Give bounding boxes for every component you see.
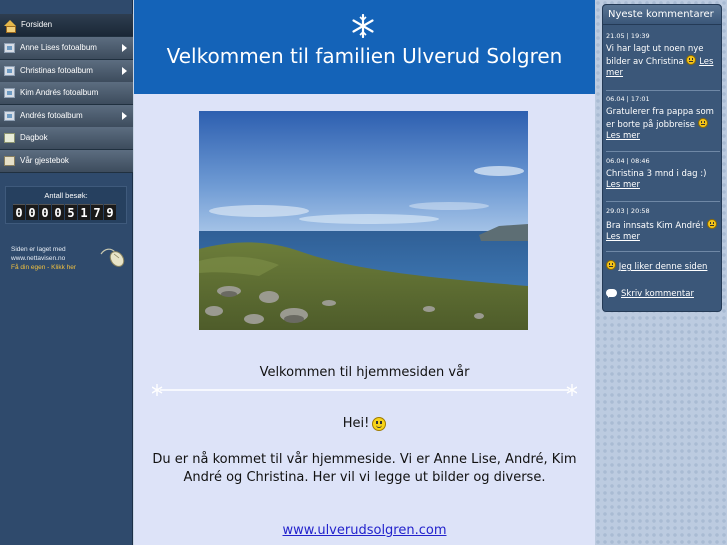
counter-digit: 0 bbox=[26, 204, 38, 220]
write-comment-link[interactable]: Skriv kommentar bbox=[621, 289, 694, 299]
sidebar-item-label: Kim Andrés fotoalbum bbox=[20, 88, 99, 98]
sidebar-item-label: Christinas fotoalbum bbox=[20, 66, 93, 76]
comment-divider bbox=[606, 151, 720, 152]
right-column: Nyeste kommentarer 21.05 | 19:39 Vi har … bbox=[595, 0, 727, 545]
speech-bubble-icon bbox=[606, 289, 617, 298]
chevron-right-icon bbox=[122, 43, 127, 52]
counter-digit: 1 bbox=[78, 204, 90, 220]
comment-divider bbox=[606, 90, 720, 91]
counter-digit: 0 bbox=[13, 204, 25, 220]
page-header: Velkommen til familien Ulverud Solgren bbox=[134, 0, 595, 94]
coastal-landscape-photo bbox=[199, 111, 528, 330]
counter-digit: 0 bbox=[52, 204, 64, 220]
read-more-link[interactable]: Les mer bbox=[606, 180, 640, 190]
sidebar-item-kim-andres-fotoalbum[interactable]: Kim Andrés fotoalbum bbox=[0, 82, 133, 105]
sidebar-item-anne-lises-fotoalbum[interactable]: Anne Lises fotoalbum bbox=[0, 37, 133, 60]
sidebar-item-andres-fotoalbum[interactable]: Andrés fotoalbum bbox=[0, 105, 133, 128]
sidebar-item-christinas-fotoalbum[interactable]: Christinas fotoalbum bbox=[0, 60, 133, 83]
comment-item: 06.04 | 08:46 Christina 3 mnd i dag :) L… bbox=[606, 157, 720, 191]
sidebar: Forsiden Anne Lises fotoalbum Christinas… bbox=[0, 0, 133, 545]
website-link[interactable]: www.ulverudsolgren.com bbox=[134, 523, 595, 538]
photo-album-icon bbox=[4, 65, 15, 76]
smiley-icon bbox=[372, 416, 387, 431]
main-content: Velkommen til familien Ulverud Solgren V… bbox=[134, 0, 595, 545]
divider bbox=[152, 384, 577, 396]
visitor-counter-label: Antall besøk: bbox=[44, 191, 88, 200]
chevron-right-icon bbox=[122, 111, 127, 120]
smiley-icon bbox=[697, 118, 708, 128]
photo-album-icon bbox=[4, 87, 15, 98]
comment-text: Bra innsats Kim André! Les mer bbox=[606, 219, 720, 243]
chevron-right-icon bbox=[122, 66, 127, 75]
comment-body: Gratulerer fra pappa som er borte på job… bbox=[606, 107, 714, 130]
credit-block: Siden er laget med www.nettavisen.no Få … bbox=[11, 246, 126, 272]
read-more-link[interactable]: Les mer bbox=[606, 131, 640, 141]
comment-divider bbox=[606, 201, 720, 202]
sidebar-item-label: Forsiden bbox=[21, 20, 53, 30]
comment-time: 29.03 | 20:58 bbox=[606, 207, 650, 215]
comment-body: Christina 3 mnd i dag :) bbox=[606, 169, 707, 179]
sidebar-item-label: Dagbok bbox=[20, 133, 48, 143]
comment-text: Vi har lagt ut noen nye bilder av Christ… bbox=[606, 44, 720, 79]
visitor-counter: Antall besøk: 0 0 0 0 5 1 7 9 bbox=[5, 186, 127, 224]
counter-digit: 5 bbox=[65, 204, 77, 220]
comment-text: Gratulerer fra pappa som er borte på job… bbox=[606, 107, 720, 142]
snowflake-icon bbox=[352, 14, 374, 38]
sidebar-item-var-gjestebok[interactable]: Vår gjestebok bbox=[0, 150, 133, 173]
comment-time: 21.05 | 19:39 bbox=[606, 32, 650, 40]
comment-item: 06.04 | 17:01 Gratulerer fra pappa som e… bbox=[606, 95, 720, 142]
comment-time: 06.04 | 08:46 bbox=[606, 157, 650, 165]
write-comment[interactable]: Skriv kommentar bbox=[606, 289, 720, 299]
read-more-link[interactable]: Les mer bbox=[606, 232, 640, 242]
smiley-icon bbox=[606, 260, 616, 270]
smiley-icon bbox=[686, 55, 697, 65]
counter-digit: 7 bbox=[91, 204, 103, 220]
counter-digit: 9 bbox=[104, 204, 116, 220]
comment-divider bbox=[606, 251, 720, 252]
page-title: Velkommen til familien Ulverud Solgren bbox=[166, 44, 563, 68]
guestbook-icon bbox=[4, 155, 15, 166]
comment-time: 06.04 | 17:01 bbox=[606, 95, 650, 103]
like-page[interactable]: Jeg liker denne siden bbox=[606, 260, 720, 273]
latest-comments-panel: Nyeste kommentarer 21.05 | 19:39 Vi har … bbox=[602, 4, 722, 312]
photo-album-icon bbox=[4, 110, 15, 121]
sidebar-item-dagbok[interactable]: Dagbok bbox=[0, 127, 133, 150]
like-page-link[interactable]: Jeg liker denne siden bbox=[619, 262, 708, 272]
comment-body: Bra innsats Kim André! bbox=[606, 221, 704, 231]
sidebar-item-label: Anne Lises fotoalbum bbox=[20, 43, 97, 53]
home-icon bbox=[4, 19, 16, 33]
visitor-counter-digits: 0 0 0 0 5 1 7 9 bbox=[13, 204, 116, 220]
comment-text: Christina 3 mnd i dag :) Les mer bbox=[606, 169, 720, 191]
sidebar-item-label: Vår gjestebok bbox=[20, 156, 69, 166]
intro-text: Du er nå kommet til vår hjemmeside. Vi e… bbox=[152, 452, 577, 485]
comment-item: 21.05 | 19:39 Vi har lagt ut noen nye bi… bbox=[606, 32, 720, 79]
sidebar-item-label: Andrés fotoalbum bbox=[20, 111, 83, 121]
welcome-heading: Velkommen til hjemmesiden vår bbox=[259, 365, 470, 380]
photo-album-icon bbox=[4, 42, 15, 53]
comment-item: 29.03 | 20:58 Bra innsats Kim André! Les… bbox=[606, 207, 720, 243]
counter-digit: 0 bbox=[39, 204, 51, 220]
latest-comments-title: Nyeste kommentarer bbox=[603, 5, 721, 25]
greeting: Hei! bbox=[134, 416, 595, 431]
computer-mouse-icon bbox=[100, 248, 125, 267]
diary-icon bbox=[4, 132, 15, 143]
greeting-text: Hei! bbox=[342, 416, 370, 431]
sidebar-item-forsiden[interactable]: Forsiden bbox=[0, 14, 133, 37]
smiley-icon bbox=[706, 219, 717, 229]
